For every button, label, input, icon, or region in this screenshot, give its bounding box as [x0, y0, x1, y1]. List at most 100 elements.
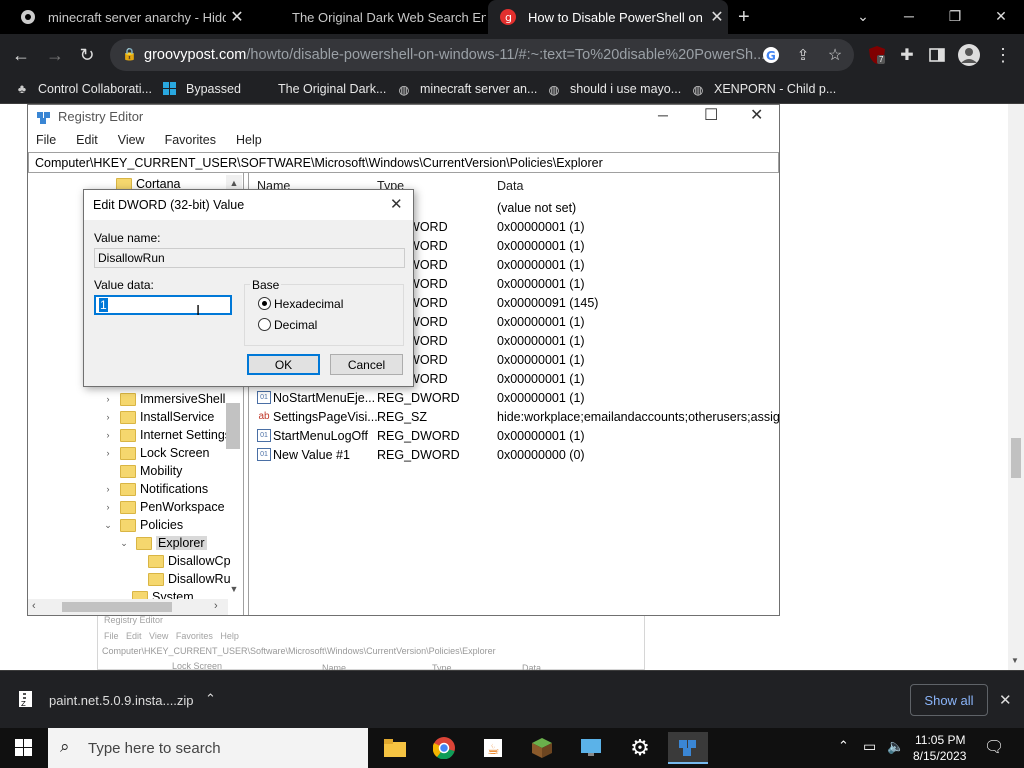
globe-icon: ◍ — [548, 82, 560, 97]
hexadecimal-label[interactable]: Hexadecimal — [274, 297, 343, 311]
restore-icon[interactable]: ❐ — [932, 0, 978, 32]
value-name-field[interactable]: DisallowRun — [94, 248, 405, 268]
remote-desktop-icon[interactable] — [571, 732, 611, 764]
collapse-arrow-icon[interactable]: ⌄ — [118, 538, 130, 549]
scroll-right-icon[interactable]: › — [214, 600, 218, 612]
tree-item[interactable]: › Notifications — [102, 480, 209, 498]
tab-search-icon[interactable]: ⌄ — [840, 0, 886, 32]
close-icon[interactable]: ✕ — [226, 7, 248, 27]
browser-tab-2[interactable]: The Original Dark Web Search En — [252, 0, 486, 34]
expand-arrow-icon[interactable]: › — [102, 412, 114, 422]
close-shelf-icon[interactable]: ✕ — [999, 691, 1012, 709]
tree-item[interactable]: › Internet Settings — [102, 426, 232, 444]
decimal-radio[interactable] — [258, 318, 271, 331]
tree-scrollbar-thumb[interactable] — [226, 403, 240, 449]
table-row[interactable]: 01 NoStartMenuEje... REG_DWORD 0x00000001 (… — [249, 389, 779, 408]
expand-arrow-icon[interactable]: › — [102, 394, 114, 404]
table-row[interactable]: ab SettingsPageVisi... REG_SZ hide:workplac… — [249, 408, 779, 427]
scrollbar-thumb[interactable] — [1011, 438, 1021, 478]
expand-arrow-icon[interactable]: › — [102, 484, 114, 494]
tray-chevron-up-icon[interactable]: ⌃ — [838, 738, 849, 754]
menu-help[interactable]: Help — [236, 133, 270, 147]
back-icon[interactable]: ← — [8, 42, 34, 68]
tree-item[interactable]: DisallowCp — [148, 552, 231, 570]
bookmark-item[interactable]: The Original Dark... — [254, 81, 386, 97]
expand-arrow-icon[interactable]: › — [102, 430, 114, 440]
extensions-puzzle-icon[interactable]: ✚ — [894, 42, 920, 68]
clock-time[interactable]: 11:05 PM — [915, 733, 965, 747]
ok-button[interactable]: OK — [247, 354, 320, 375]
taskbar-search-box[interactable]: ⌕ Type here to search — [48, 728, 368, 768]
menu-favorites[interactable]: Favorites — [165, 133, 224, 147]
notifications-icon[interactable]: 🗨 — [984, 737, 1004, 757]
start-windows-icon[interactable] — [4, 732, 44, 764]
cancel-button[interactable]: Cancel — [330, 354, 403, 375]
collapse-arrow-icon[interactable]: ⌄ — [102, 520, 114, 531]
browser-tab-1[interactable]: minecraft server anarchy - Hidde ✕ — [8, 0, 248, 34]
maximize-icon[interactable]: ☐ — [704, 105, 718, 125]
registry-path-bar[interactable]: Computer\HKEY_CURRENT_USER\SOFTWARE\Micr… — [28, 152, 779, 173]
tree-item-explorer[interactable]: ⌄ Explorer — [118, 534, 207, 552]
close-icon[interactable]: ✕ — [706, 7, 728, 27]
browser-tab-3[interactable]: g How to Disable PowerShell on W ✕ — [488, 0, 728, 34]
menu-file[interactable]: File — [36, 133, 64, 147]
registry-editor-taskbar-icon[interactable] — [668, 732, 708, 764]
volume-icon[interactable]: 🔈 — [887, 738, 904, 755]
scroll-left-icon[interactable]: ‹ — [32, 600, 36, 612]
bookmark-item[interactable]: Bypassed — [162, 81, 241, 97]
java-icon[interactable]: ☕ — [473, 732, 513, 764]
forward-icon[interactable]: → — [42, 42, 68, 68]
profile-avatar-icon[interactable] — [956, 42, 982, 68]
expand-arrow-icon[interactable]: › — [102, 502, 114, 512]
settings-gear-icon[interactable]: ⚙ — [620, 732, 660, 764]
address-bar[interactable]: 🔒 groovypost.com/howto/disable-powershel… — [110, 39, 854, 71]
column-header-data[interactable]: Data — [497, 179, 523, 193]
bookmark-label: Bypassed — [186, 82, 241, 96]
menu-edit[interactable]: Edit — [76, 133, 106, 147]
tree-item[interactable]: › Lock Screen — [102, 444, 210, 462]
network-icon[interactable]: ▭ — [863, 738, 876, 755]
value-data-input[interactable]: 1 — [94, 295, 232, 315]
tree-item-policies[interactable]: ⌄ Policies — [102, 516, 183, 534]
expand-arrow-icon[interactable]: › — [102, 448, 114, 458]
tree-item[interactable]: Mobility — [102, 462, 182, 480]
file-explorer-icon[interactable] — [375, 732, 415, 764]
table-row[interactable]: 01 New Value #1 REG_DWORD 0x00000000 (0) — [249, 446, 779, 465]
tree-item[interactable]: DisallowRu — [148, 570, 231, 588]
decimal-label[interactable]: Decimal — [274, 318, 317, 332]
scroll-down-icon[interactable]: ▼ — [1011, 656, 1019, 665]
close-window-icon[interactable]: ✕ — [978, 0, 1024, 32]
close-icon[interactable]: ✕ — [390, 195, 403, 213]
new-tab-button[interactable]: + — [738, 6, 750, 29]
share-icon[interactable]: ⇪ — [790, 42, 816, 68]
bookmark-item[interactable]: ♣ Control Collaborati... — [14, 81, 152, 97]
chevron-up-icon[interactable]: ⌃ — [205, 691, 216, 707]
bookmark-star-icon[interactable]: ☆ — [822, 42, 848, 68]
bookmark-item[interactable]: ◍ should i use mayo... — [546, 81, 682, 97]
download-filename[interactable]: paint.net.5.0.9.insta....zip — [49, 693, 194, 708]
clock-date[interactable]: 8/15/2023 — [913, 749, 966, 763]
ublock-icon[interactable]: 7 — [864, 42, 890, 68]
hexadecimal-radio[interactable] — [258, 297, 271, 310]
close-icon[interactable]: ✕ — [750, 105, 763, 125]
tree-item[interactable]: › PenWorkspace — [102, 498, 225, 516]
minimize-icon[interactable]: ─ — [886, 0, 932, 32]
reload-icon[interactable]: ↻ — [74, 42, 100, 68]
chrome-icon[interactable] — [424, 732, 464, 764]
menu-view[interactable]: View — [118, 133, 153, 147]
google-lens-icon[interactable]: G — [758, 42, 784, 68]
bookmark-item[interactable]: ◍ minecraft server an... — [396, 81, 538, 97]
table-row[interactable]: 01 StartMenuLogOff REG_DWORD 0x00000001 (1) — [249, 427, 779, 446]
tree-item[interactable]: › ImmersiveShell — [102, 390, 226, 408]
hscroll-thumb[interactable] — [62, 602, 172, 612]
page-scrollbar[interactable]: ▼ — [1008, 104, 1024, 670]
tree-hscrollbar[interactable]: ‹ › — [28, 599, 228, 615]
show-all-button[interactable]: Show all — [910, 684, 988, 716]
bookmark-item[interactable]: ◍ XENPORN - Child p... — [690, 81, 837, 97]
tree-item[interactable]: › InstallService — [102, 408, 215, 426]
side-panel-icon[interactable] — [924, 42, 950, 68]
tree-scroll-down-icon[interactable]: ▼ — [226, 581, 242, 597]
minecraft-icon[interactable] — [522, 732, 562, 764]
minimize-icon[interactable]: ─ — [658, 107, 668, 123]
menu-kebab-icon[interactable]: ⋮ — [990, 42, 1016, 68]
